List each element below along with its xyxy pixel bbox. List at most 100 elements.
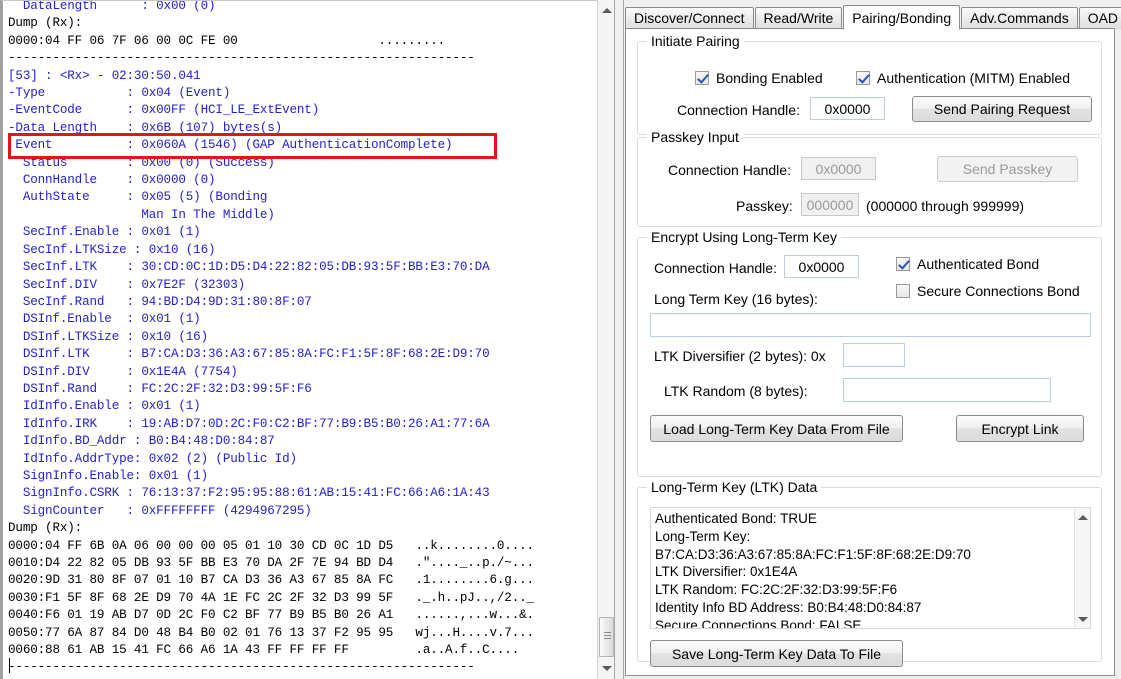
pairing-bonding-tab-page: Initiate Pairing Bonding Enabled Authent… (625, 28, 1115, 676)
passkey-label: Passkey: (736, 198, 793, 214)
log-text-caret (9, 658, 10, 673)
log-line: SecInf.DIV : 0x7E2F (32303) (8, 277, 246, 292)
log-line: DSInf.Rand : FC:2C:2F:32:D3:99:5F:F6 (8, 381, 312, 396)
ltk-data-line: B7:CA:D3:36:A3:67:85:8A:FC:F1:5F:8F:68:2… (655, 546, 971, 562)
checkbox-checked-icon (856, 71, 870, 85)
log-line: SignInfo.Enable: 0x01 (1) (8, 468, 209, 483)
ltk-scroll-up-arrow-icon[interactable] (1075, 509, 1090, 525)
log-line: DataLength : 0x00 (0) (8, 0, 216, 13)
mitm-enabled-checkbox[interactable]: Authentication (MITM) Enabled (856, 70, 1070, 86)
log-output-panel[interactable]: DataLength : 0x00 (0) Dump (Rx): 0000:04 F… (0, 0, 614, 679)
scrollbar-thumb[interactable] (599, 617, 614, 657)
encrypt-ltk-title: Encrypt Using Long-Term Key (647, 229, 841, 245)
log-line: SecInf.Rand : 94:BD:D4:9D:31:80:8F:07 (8, 294, 312, 309)
ltk-data-scrollbar[interactable] (1074, 508, 1090, 628)
log-line: AuthState : 0x05 (5) (Bonding (8, 190, 268, 205)
ltk-data-title: Long-Term Key (LTK) Data (647, 479, 822, 495)
scroll-down-arrow-icon[interactable] (598, 660, 615, 677)
passkey-connection-handle-input[interactable] (801, 157, 876, 180)
log-line: -EventCode : 0x00FF (HCI_LE_ExtEvent) (8, 103, 320, 118)
log-line: DSInf.Enable : 0x01 (1) (8, 312, 201, 327)
right-control-panel: Discover/Connect Read/Write Pairing/Bond… (625, 0, 1121, 679)
ltk-diversifier-label: LTK Diversifier (2 bytes): 0x (654, 348, 826, 364)
log-line: 0040:F6 01 19 AB D7 0D 2C F0 C2 BF 77 B9… (8, 608, 534, 623)
secure-connections-bond-label: Secure Connections Bond (917, 283, 1080, 299)
ltk-data-line: Secure Connections Bond: FALSE (655, 617, 862, 629)
initiate-pairing-group: Initiate Pairing Bonding Enabled Authent… (637, 33, 1102, 135)
passkey-input-title: Passkey Input (647, 129, 743, 145)
ltk-data-line: Identity Info BD Address: B0:B4:48:D0:84… (655, 599, 922, 615)
send-passkey-button[interactable]: Send Passkey (937, 156, 1078, 182)
encrypt-ltk-group: Encrypt Using Long-Term Key Connection H… (637, 229, 1102, 477)
log-line: ----------------------------------------… (8, 51, 475, 66)
passkey-range-hint: (000000 through 999999) (866, 198, 1025, 214)
log-vertical-scrollbar[interactable] (597, 0, 615, 679)
log-text-content: DataLength : 0x00 (0) Dump (Rx): 0000:04 F… (8, 0, 598, 677)
tab-adv-commands[interactable]: Adv.Commands (961, 7, 1078, 29)
initiate-pairing-title: Initiate Pairing (647, 33, 744, 49)
encrypt-conn-handle-label: Connection Handle: (654, 260, 777, 276)
long-term-key-input[interactable] (650, 313, 1091, 337)
log-line: Dump (Rx): (8, 16, 83, 31)
log-line: [53] : <Rx> - 02:30:50.041 (8, 68, 201, 83)
log-line: SecInf.LTKSize : 0x10 (16) (8, 242, 216, 257)
passkey-input-group: Passkey Input Connection Handle: Send Pa… (637, 129, 1102, 227)
log-line: ----------------------------------------… (8, 660, 475, 675)
log-line: 0020:9D 31 80 8F 07 01 10 B7 CA D3 36 A3… (8, 573, 534, 588)
secure-connections-bond-checkbox[interactable]: Secure Connections Bond (896, 283, 1080, 299)
ltk-data-listbox[interactable]: Authenticated Bond: TRUE Long-Term Key: B7… (650, 507, 1091, 629)
long-term-key-label: Long Term Key (16 bytes): (654, 291, 818, 307)
ltk-scroll-down-arrow-icon[interactable] (1075, 611, 1090, 627)
ltk-data-line: LTK Random: FC:2C:2F:32:D3:99:5F:F6 (655, 582, 898, 598)
bonding-enabled-checkbox[interactable]: Bonding Enabled (695, 70, 823, 86)
tab-discover-connect[interactable]: Discover/Connect (625, 7, 754, 29)
log-line: DSInf.LTK : B7:CA:D3:36:A3:67:85:8A:FC:F… (8, 347, 490, 362)
tab-pairing-bonding[interactable]: Pairing/Bonding (843, 5, 961, 30)
checkbox-checked-icon (896, 257, 910, 271)
log-line: SignInfo.CSRK : 76:13:37:F2:95:95:88:61:… (8, 486, 490, 501)
bonding-enabled-label: Bonding Enabled (716, 70, 823, 86)
log-line: 0010:D4 22 82 05 DB 93 5F BB E3 70 DA 2F… (8, 556, 534, 570)
ltk-diversifier-input[interactable] (843, 343, 905, 367)
panel-splitter[interactable] (614, 0, 624, 679)
log-line: SignCounter : 0xFFFFFFFF (4294967295) (8, 503, 312, 518)
scroll-up-arrow-icon[interactable] (598, 2, 615, 19)
log-line: 0000:04 FF 06 7F 06 00 0C FE 00 ........… (8, 33, 446, 48)
ltk-random-input[interactable] (843, 378, 1051, 402)
application-window: DataLength : 0x00 (0) Dump (Rx): 0000:04 F… (0, 0, 1121, 679)
log-line: 0060:88 61 AB 15 41 FC 66 A6 1A 43 FF FF… (8, 643, 520, 658)
passkey-input[interactable] (801, 193, 859, 216)
log-line: IdInfo.Enable : 0x01 (1) (8, 399, 201, 414)
pairing-connection-handle-input[interactable] (810, 97, 885, 120)
encrypt-connection-handle-input[interactable] (784, 255, 859, 278)
log-line: IdInfo.IRK : 19:AB:D7:0D:2C:F0:C2:BF:77:… (8, 416, 490, 431)
log-line: DSInf.DIV : 0x1E4A (7754) (8, 364, 238, 379)
tab-strip: Discover/Connect Read/Write Pairing/Bond… (625, 5, 1121, 30)
log-line: SecInf.Enable : 0x01 (1) (8, 225, 201, 240)
save-ltk-to-file-button[interactable]: Save Long-Term Key Data To File (650, 640, 903, 667)
authenticated-bond-label: Authenticated Bond (917, 256, 1040, 272)
tab-read-write[interactable]: Read/Write (754, 7, 843, 29)
ltk-data-line: Long-Term Key: (655, 528, 751, 544)
passkey-conn-handle-label: Connection Handle: (668, 162, 791, 178)
ltk-data-group: Long-Term Key (LTK) Data Authenticated B… (637, 479, 1102, 667)
checkbox-checked-icon (695, 71, 709, 85)
log-line: DSInf.LTKSize : 0x10 (16) (8, 329, 209, 344)
log-line: ConnHandle : 0x0000 (0) (8, 173, 216, 188)
ltk-random-label: LTK Random (8 bytes): (664, 383, 808, 399)
send-pairing-request-button[interactable]: Send Pairing Request (912, 96, 1092, 122)
log-line: 0000:04 FF 6B 0A 06 00 00 00 05 01 10 30… (8, 538, 534, 553)
scrollbar-grip-icon (604, 632, 611, 641)
encrypt-link-button[interactable]: Encrypt Link (956, 415, 1084, 442)
authenticated-bond-checkbox[interactable]: Authenticated Bond (896, 256, 1039, 272)
ltk-data-line: LTK Diversifier: 0x1E4A (655, 564, 798, 580)
log-line: 0050:77 6A 87 84 D0 48 B4 B0 02 01 76 13… (8, 625, 534, 640)
log-line: Event : 0x060A (1546) (GAP Authenticatio… (8, 138, 453, 153)
ltk-data-line: Authenticated Bond: TRUE (655, 511, 817, 526)
checkbox-unchecked-icon (896, 284, 910, 298)
log-line: Man In The Middle) (8, 207, 275, 222)
load-ltk-from-file-button[interactable]: Load Long-Term Key Data From File (650, 415, 903, 442)
log-line: -Type : 0x04 (Event) (8, 86, 231, 101)
log-line: Status : 0x00 (0) (Success) (8, 155, 275, 170)
tab-oad[interactable]: OAD (1078, 7, 1121, 29)
